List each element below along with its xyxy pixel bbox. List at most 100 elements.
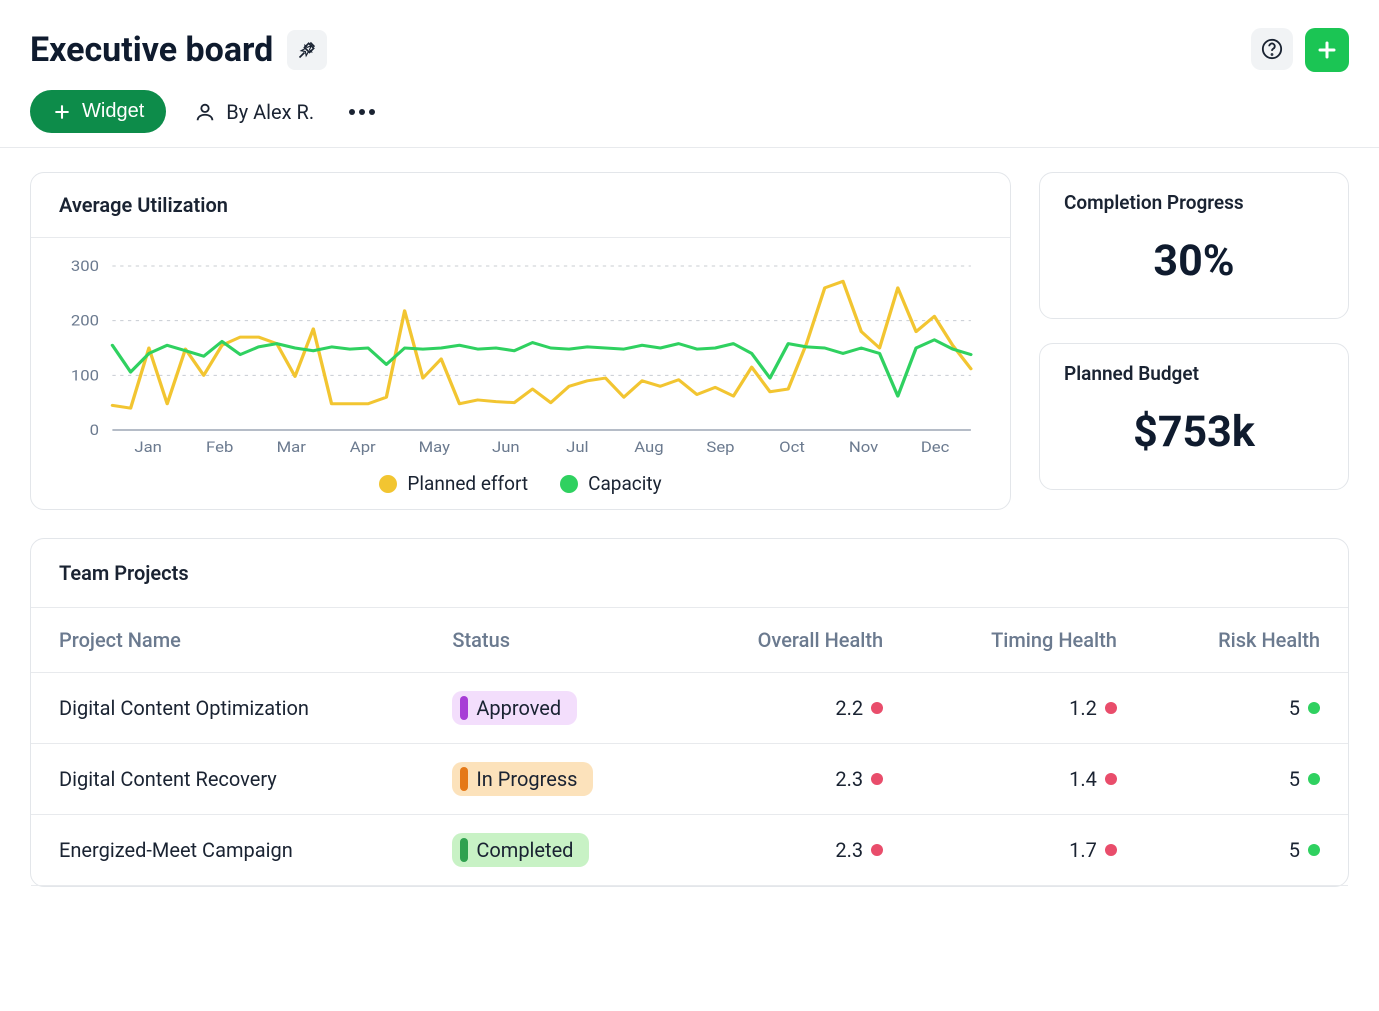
author-label[interactable]: By Alex R. (194, 100, 314, 124)
projects-table-title: Team Projects (31, 539, 1348, 608)
legend-dot-icon (560, 475, 578, 493)
status-cell: Approved (424, 673, 677, 744)
status-pill[interactable]: In Progress (452, 762, 593, 796)
project-name-cell: Energized-Meet Campaign (31, 815, 424, 886)
overall-health-cell: 2.3 (678, 815, 911, 886)
widget-button-label: Widget (82, 100, 144, 123)
risk-health-cell: 5 (1145, 815, 1348, 886)
utilization-chart: 0 100 200 300 Jan Feb Mar Apr May Jun Jul Aug Sep Oct… (59, 258, 982, 458)
health-value: 2.3 (835, 838, 863, 862)
svg-text:May: May (419, 438, 451, 456)
pin-button[interactable] (287, 30, 327, 70)
legend-label: Planned effort (407, 472, 528, 495)
risk-health-cell: 5 (1145, 673, 1348, 744)
svg-text:Apr: Apr (350, 438, 377, 456)
table-header[interactable]: Overall Health (678, 608, 911, 673)
risk-health-cell: 5 (1145, 744, 1348, 815)
legend-item[interactable]: Capacity (560, 472, 661, 495)
projects-table: Project NameStatusOverall HealthTiming H… (31, 608, 1348, 886)
user-icon (194, 101, 216, 123)
pin-icon (297, 40, 317, 60)
health-dot-icon (1308, 702, 1320, 714)
more-button[interactable] (342, 98, 382, 125)
health-value: 2.3 (835, 767, 863, 791)
status-label: Completed (476, 838, 573, 862)
svg-text:100: 100 (71, 366, 99, 384)
completion-value: 30% (1064, 228, 1324, 300)
status-pill[interactable]: Approved (452, 691, 577, 725)
table-header[interactable]: Timing Health (911, 608, 1145, 673)
help-button[interactable] (1251, 28, 1293, 70)
table-header[interactable]: Status (424, 608, 677, 673)
plus-icon (52, 102, 72, 122)
health-value: 2.2 (835, 696, 863, 720)
completion-card: Completion Progress 30% (1039, 172, 1349, 319)
utilization-chart-card: Average Utilization 0 100 200 300 Jan Feb Mar A… (30, 172, 1011, 510)
svg-text:0: 0 (90, 421, 99, 439)
svg-text:Dec: Dec (921, 438, 950, 456)
project-name-cell: Digital Content Recovery (31, 744, 424, 815)
status-bar-icon (460, 767, 468, 791)
completion-title: Completion Progress (1064, 191, 1324, 214)
health-dot-icon (871, 702, 883, 714)
more-icon (348, 108, 376, 116)
budget-card: Planned Budget $753k (1039, 343, 1349, 490)
svg-text:Nov: Nov (849, 438, 879, 456)
svg-text:Aug: Aug (634, 438, 663, 456)
svg-text:Jan: Jan (134, 438, 161, 456)
health-dot-icon (871, 773, 883, 785)
status-cell: In Progress (424, 744, 677, 815)
overall-health-cell: 2.2 (678, 673, 911, 744)
legend-item[interactable]: Planned effort (379, 472, 528, 495)
plus-icon (1315, 38, 1339, 62)
table-row[interactable]: Digital Content Optimization Approved 2.2 1… (31, 673, 1348, 744)
chart-title: Average Utilization (31, 173, 1010, 238)
svg-text:200: 200 (71, 311, 99, 329)
health-value: 1.4 (1069, 767, 1097, 791)
table-header[interactable]: Project Name (31, 608, 424, 673)
health-value: 1.7 (1069, 838, 1097, 862)
health-value: 1.2 (1069, 696, 1097, 720)
table-header[interactable]: Risk Health (1145, 608, 1348, 673)
status-label: Approved (476, 696, 561, 720)
timing-health-cell: 1.7 (911, 815, 1145, 886)
status-pill[interactable]: Completed (452, 833, 589, 867)
status-bar-icon (460, 838, 468, 862)
legend-label: Capacity (588, 472, 661, 495)
health-dot-icon (1105, 844, 1117, 856)
svg-text:Sep: Sep (706, 438, 734, 456)
projects-table-card: Team Projects Project NameStatusOverall … (30, 538, 1349, 887)
svg-text:Jul: Jul (566, 438, 588, 456)
status-bar-icon (460, 696, 468, 720)
svg-text:300: 300 (71, 258, 99, 275)
health-dot-icon (871, 844, 883, 856)
page-title: Executive board (30, 30, 273, 70)
table-row[interactable]: Digital Content Recovery In Progress 2.3 1.… (31, 744, 1348, 815)
legend-dot-icon (379, 475, 397, 493)
status-label: In Progress (476, 767, 577, 791)
table-row[interactable]: Energized-Meet Campaign Completed 2.3 1.7 5 (31, 815, 1348, 886)
health-value: 5 (1289, 838, 1300, 862)
svg-text:Feb: Feb (206, 438, 233, 456)
widget-button[interactable]: Widget (30, 90, 166, 133)
chart-legend: Planned effort Capacity (59, 472, 982, 495)
svg-text:Mar: Mar (277, 438, 307, 456)
health-dot-icon (1308, 773, 1320, 785)
timing-health-cell: 1.4 (911, 744, 1145, 815)
help-icon (1261, 38, 1283, 60)
project-name-cell: Digital Content Optimization (31, 673, 424, 744)
health-dot-icon (1105, 773, 1117, 785)
status-cell: Completed (424, 815, 677, 886)
add-button[interactable] (1305, 28, 1349, 72)
timing-health-cell: 1.2 (911, 673, 1145, 744)
svg-text:Oct: Oct (779, 438, 805, 456)
budget-title: Planned Budget (1064, 362, 1324, 385)
svg-text:Jun: Jun (492, 438, 520, 456)
health-value: 5 (1289, 696, 1300, 720)
health-dot-icon (1308, 844, 1320, 856)
author-text: By Alex R. (226, 100, 314, 124)
budget-value: $753k (1064, 399, 1324, 471)
health-value: 5 (1289, 767, 1300, 791)
overall-health-cell: 2.3 (678, 744, 911, 815)
health-dot-icon (1105, 702, 1117, 714)
